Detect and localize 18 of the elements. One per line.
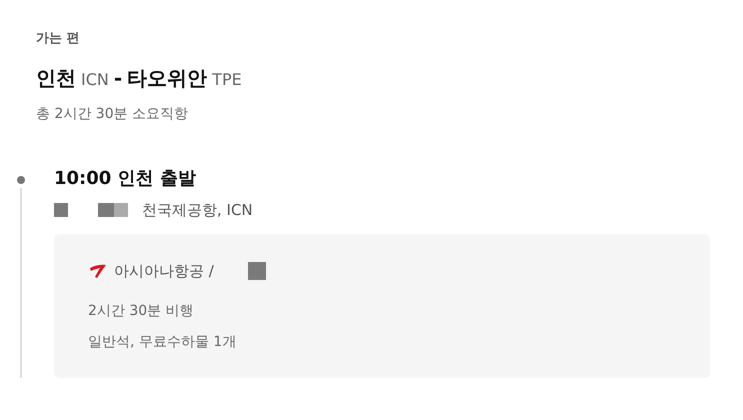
timeline-dot [17, 176, 25, 184]
route-separator: - [114, 65, 122, 92]
airline-logo-icon [88, 263, 108, 279]
redaction-block [248, 262, 266, 280]
origin-code: ICN [81, 69, 109, 91]
flight-duration: 2시간 30분 비행 [88, 302, 195, 321]
trip-summary: 총 2시간 30분 소요직항 [36, 105, 190, 124]
airline-name: 아시아나항공 / [114, 261, 214, 282]
departure-time: 10:00 인천 출발 [54, 167, 197, 191]
redaction-block [114, 203, 128, 217]
origin-city: 인천 [36, 65, 76, 92]
redaction-block [98, 203, 114, 217]
airport-name: 천국제공항, ICN [142, 200, 253, 220]
section-label: 가는 편 [36, 30, 81, 48]
redaction-block [54, 203, 68, 217]
destination-city: 타오위안 [127, 65, 208, 92]
fare-details: 일반석, 무료수하물 1개 [88, 333, 238, 352]
destination-code: TPE [212, 69, 242, 91]
